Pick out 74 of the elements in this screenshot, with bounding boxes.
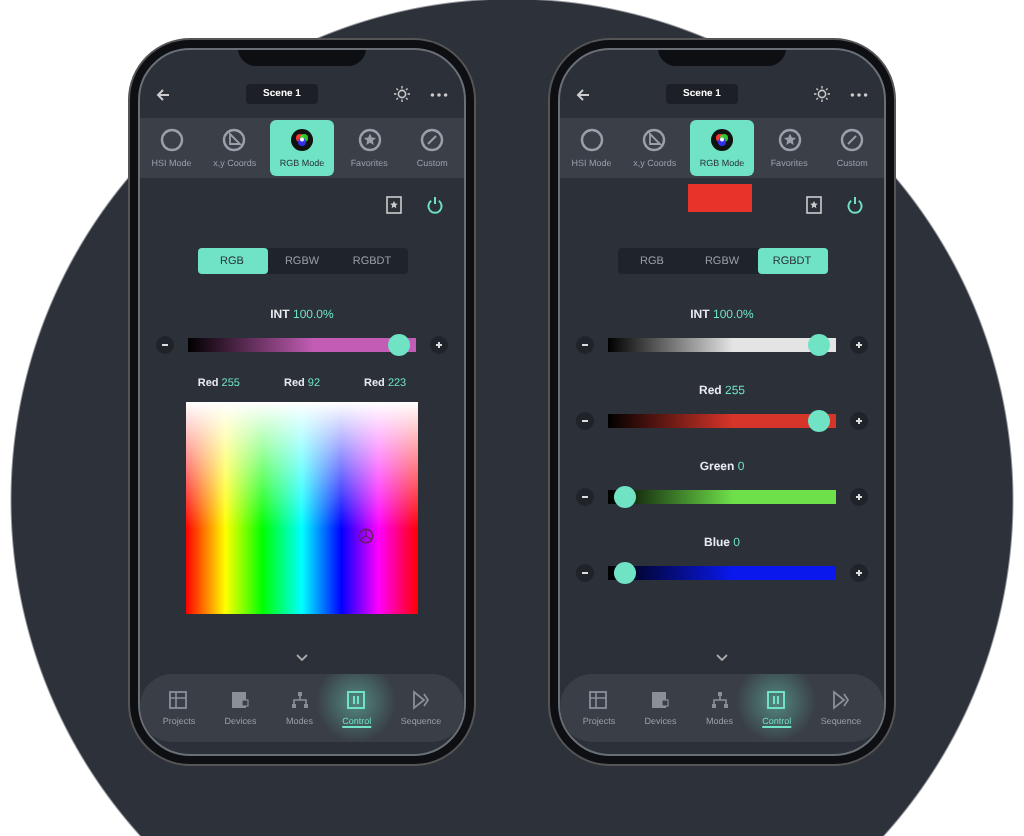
hierarchy-icon xyxy=(289,690,310,710)
more-dots-icon xyxy=(430,91,448,97)
slider-track[interactable] xyxy=(608,410,836,432)
slider-track[interactable] xyxy=(188,334,416,356)
play-sequence-icon xyxy=(830,690,851,710)
chevron-down-icon xyxy=(296,654,308,662)
increase-button[interactable] xyxy=(850,488,868,506)
more-button[interactable] xyxy=(430,91,448,97)
slider-thumb[interactable] xyxy=(387,334,410,356)
hierarchy-icon xyxy=(709,690,730,710)
plus-icon xyxy=(854,340,864,350)
phone-notch xyxy=(238,50,366,66)
slider-thumb[interactable] xyxy=(614,562,637,584)
more-dots-icon xyxy=(850,91,868,97)
power-icon xyxy=(426,195,444,213)
plus-icon xyxy=(434,340,444,350)
plus-icon xyxy=(854,568,864,578)
control-panel-icon xyxy=(346,690,367,710)
bookmark-icon xyxy=(806,195,822,213)
table-icon xyxy=(588,690,609,710)
bookmark-button[interactable] xyxy=(386,195,402,213)
slider-thumb[interactable] xyxy=(807,334,830,356)
back-button[interactable] xyxy=(576,87,590,101)
sun-icon xyxy=(814,86,830,102)
table-icon xyxy=(168,690,189,710)
power-button[interactable] xyxy=(846,195,864,213)
bookmark-button[interactable] xyxy=(806,195,822,213)
minus-icon xyxy=(580,340,590,350)
decrease-button[interactable] xyxy=(576,336,594,354)
triangle-in-circle-icon xyxy=(222,128,247,152)
decrease-button[interactable] xyxy=(576,412,594,430)
decrease-button[interactable] xyxy=(576,488,594,506)
slider-thumb[interactable] xyxy=(614,486,637,508)
minus-icon xyxy=(580,568,590,578)
minus-icon xyxy=(580,416,590,426)
increase-button[interactable] xyxy=(850,336,868,354)
device-icon xyxy=(650,690,671,710)
plus-icon xyxy=(854,492,864,502)
slider-thumb[interactable] xyxy=(807,410,830,432)
picker-marker-icon xyxy=(358,528,374,544)
brightness-button[interactable] xyxy=(814,86,830,102)
color-wheel-icon xyxy=(709,128,734,152)
decrease-button[interactable] xyxy=(576,564,594,582)
back-arrow-icon xyxy=(156,87,170,101)
power-icon xyxy=(846,195,864,213)
device-icon xyxy=(230,690,251,710)
triangle-in-circle-icon xyxy=(642,128,667,152)
power-button[interactable] xyxy=(426,195,444,213)
slider-track[interactable] xyxy=(608,562,836,584)
more-button[interactable] xyxy=(850,91,868,97)
back-arrow-icon xyxy=(576,87,590,101)
play-sequence-icon xyxy=(410,690,431,710)
phone-notch xyxy=(658,50,786,66)
minus-icon xyxy=(580,492,590,502)
minus-icon xyxy=(160,340,170,350)
ring-icon xyxy=(159,128,184,152)
slider-track[interactable] xyxy=(608,334,836,356)
bookmark-icon xyxy=(386,195,402,213)
pen-in-circle-icon xyxy=(840,128,865,152)
back-button[interactable] xyxy=(156,87,170,101)
increase-button[interactable] xyxy=(430,336,448,354)
pen-in-circle-icon xyxy=(420,128,445,152)
color-picker[interactable] xyxy=(186,402,418,614)
brightness-button[interactable] xyxy=(394,86,410,102)
control-panel-icon xyxy=(766,690,787,710)
ring-icon xyxy=(579,128,604,152)
plus-icon xyxy=(854,416,864,426)
color-wheel-icon xyxy=(289,128,314,152)
chevron-down-icon xyxy=(716,654,728,662)
increase-button[interactable] xyxy=(850,564,868,582)
decrease-button[interactable] xyxy=(156,336,174,354)
sun-icon xyxy=(394,86,410,102)
increase-button[interactable] xyxy=(850,412,868,430)
slider-track[interactable] xyxy=(608,486,836,508)
